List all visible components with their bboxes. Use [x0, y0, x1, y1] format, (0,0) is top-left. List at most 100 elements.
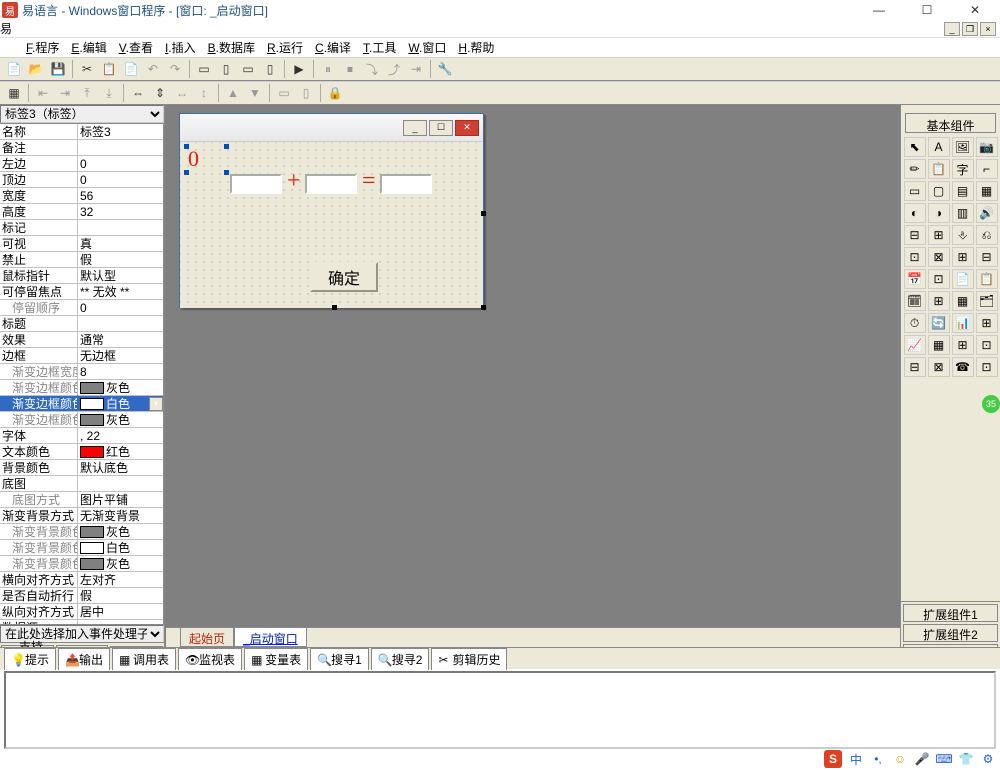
prop-value[interactable]: 无边框	[78, 347, 163, 364]
toolbox-item-26[interactable]: 📄	[952, 269, 974, 289]
edit1[interactable]	[230, 174, 282, 194]
send-back-icon[interactable]: ▼	[245, 83, 265, 103]
tray-user-icon[interactable]: 👕	[958, 751, 974, 767]
bottom-tab-1[interactable]: 📤输出	[58, 648, 110, 670]
prop-value[interactable]: 灰色	[78, 523, 163, 540]
toolbox-item-6[interactable]: 字	[952, 159, 974, 179]
open-icon[interactable]: 📂	[26, 59, 46, 79]
selection-handle[interactable]	[184, 170, 189, 175]
sogou-ime-icon[interactable]: S	[824, 750, 842, 768]
toolbox-item-22[interactable]: ⊞	[952, 247, 974, 267]
menu-1[interactable]: E.编辑	[65, 39, 112, 56]
toolbox-item-38[interactable]: ⊞	[952, 335, 974, 355]
prop-row-4[interactable]: 宽度56	[0, 188, 163, 204]
prop-value[interactable]: 通常	[78, 331, 163, 348]
label-eq[interactable]: =	[362, 168, 376, 195]
prop-value[interactable]: 8	[78, 365, 163, 379]
prop-row-24[interactable]: 渐变背景方式无渐变背景	[0, 508, 163, 524]
prop-row-5[interactable]: 高度32	[0, 204, 163, 220]
prop-value[interactable]: 0	[78, 301, 163, 315]
prop-row-21[interactable]: 背景颜色默认底色	[0, 460, 163, 476]
redo-icon[interactable]: ↷	[165, 59, 185, 79]
prop-row-30[interactable]: 纵向对齐方式居中	[0, 604, 163, 620]
prop-row-23[interactable]: 底图方式图片平铺	[0, 492, 163, 508]
toolbox-item-16[interactable]: ⊟	[904, 225, 926, 245]
toolbox-item-3[interactable]: 📷	[976, 137, 998, 157]
tray-punct-icon[interactable]: •,	[870, 751, 886, 767]
prop-value[interactable]: 标签3	[78, 124, 163, 140]
bottom-tab-0[interactable]: 💡提示	[4, 648, 56, 670]
align-right-icon[interactable]: ⇥	[55, 83, 75, 103]
prop-value[interactable]: 白色	[78, 539, 163, 556]
bring-front-icon[interactable]: ▲	[223, 83, 243, 103]
prop-row-19[interactable]: 字体, 22	[0, 428, 163, 444]
prop-row-15[interactable]: 渐变边框宽度8	[0, 364, 163, 380]
toolbox-item-17[interactable]: ⊞	[928, 225, 950, 245]
close-button[interactable]: ✕	[960, 1, 990, 19]
prop-row-26[interactable]: 渐变背景颜色2白色	[0, 540, 163, 556]
win4-icon[interactable]: ▯	[260, 59, 280, 79]
prop-row-22[interactable]: 底图	[0, 476, 163, 492]
toolbox-item-28[interactable]: 🗓	[904, 291, 926, 311]
toolbox-item-4[interactable]: ✏	[904, 159, 926, 179]
step2-icon[interactable]: ⤴	[384, 59, 404, 79]
toolbox-item-0[interactable]: ⬉	[904, 137, 926, 157]
menu-4[interactable]: B.数据库	[202, 39, 261, 56]
menu-8[interactable]: W.窗口	[402, 39, 452, 56]
prop-value[interactable]: 图片平铺	[78, 491, 163, 508]
toolbox-item-31[interactable]: 🗂	[976, 291, 998, 311]
tab-startup-window[interactable]: _启动窗口	[234, 628, 307, 647]
toolbox-item-12[interactable]: ◐	[904, 203, 926, 223]
prop-row-10[interactable]: 可停留焦点** 无效 **	[0, 284, 163, 300]
ungroup-icon[interactable]: ▯	[296, 83, 316, 103]
stop-icon[interactable]: ⏹	[340, 59, 360, 79]
toolbox-item-32[interactable]: ⏱	[904, 313, 926, 333]
toolbox-item-42[interactable]: ☎	[952, 357, 974, 377]
prop-row-20[interactable]: 文本颜色红色	[0, 444, 163, 460]
bottom-tab-6[interactable]: 🔍搜寻2	[371, 648, 430, 670]
prop-row-25[interactable]: 渐变背景颜色1灰色	[0, 524, 163, 540]
prop-value[interactable]: 无渐变背景	[78, 507, 163, 524]
tray-settings-icon[interactable]: ⚙	[980, 751, 996, 767]
toolbox-item-41[interactable]: ⊠	[928, 357, 950, 377]
toolbox-tab-ext2[interactable]: 扩展组件2	[903, 624, 998, 642]
ok-button[interactable]: 确定	[310, 262, 378, 292]
prop-value[interactable]: 32	[78, 205, 163, 219]
toolbox-item-23[interactable]: ⊟	[976, 247, 998, 267]
center-v-icon[interactable]: ⇕	[150, 83, 170, 103]
align-bottom-icon[interactable]: ⤓	[99, 83, 119, 103]
prop-row-11[interactable]: 停留顺序0	[0, 300, 163, 316]
pause-icon[interactable]: ⏸	[318, 59, 338, 79]
toolbox-item-33[interactable]: 🔄	[928, 313, 950, 333]
toolbox-item-1[interactable]: A	[928, 137, 950, 157]
prop-value[interactable]: 左对齐	[78, 571, 163, 588]
toolbox-item-36[interactable]: 📈	[904, 335, 926, 355]
toolbox-item-30[interactable]: ▦	[952, 291, 974, 311]
property-grid[interactable]: 名称标签3备注左边0顶边0宽度56高度32标记可视真禁止假鼠标指针默认型可停留焦…	[0, 124, 164, 624]
prop-row-7[interactable]: 可视真	[0, 236, 163, 252]
run-icon[interactable]: ▶	[289, 59, 309, 79]
prop-row-8[interactable]: 禁止假	[0, 252, 163, 268]
mdi-min[interactable]: _	[944, 22, 960, 36]
align-left-icon[interactable]: ⇤	[33, 83, 53, 103]
bottom-tab-4[interactable]: ▦变量表	[244, 648, 308, 670]
prop-row-27[interactable]: 渐变背景颜色3灰色	[0, 556, 163, 572]
edit3[interactable]	[380, 174, 432, 194]
design-surface[interactable]: _ ☐ ✕ 0 + = 确定	[165, 105, 900, 664]
toolbox-item-20[interactable]: ⊡	[904, 247, 926, 267]
prop-row-13[interactable]: 效果通常	[0, 332, 163, 348]
toolbox-item-43[interactable]: ⊡	[976, 357, 998, 377]
prop-value[interactable]: 默认型	[78, 267, 163, 284]
edit2[interactable]	[305, 174, 357, 194]
tray-mic-icon[interactable]: 🎤	[914, 751, 930, 767]
prop-row-2[interactable]: 左边0	[0, 156, 163, 172]
design-body[interactable]: 0 + = 确定	[180, 142, 483, 308]
prop-row-1[interactable]: 备注	[0, 140, 163, 156]
toolbox-item-13[interactable]: ◑	[928, 203, 950, 223]
prop-value[interactable]: 0	[78, 157, 163, 171]
toolbox-item-25[interactable]: ⊡	[928, 269, 950, 289]
toolbox-item-27[interactable]: 📋	[976, 269, 998, 289]
win2-icon[interactable]: ▯	[216, 59, 236, 79]
prop-value[interactable]: 56	[78, 189, 163, 203]
bottom-tab-2[interactable]: ▦调用表	[112, 648, 176, 670]
